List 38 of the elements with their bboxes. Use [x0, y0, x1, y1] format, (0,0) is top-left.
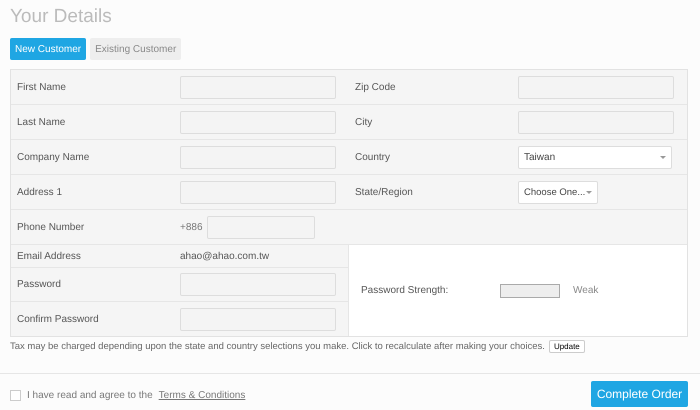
- caret-icon: [586, 190, 592, 194]
- page-title: Your Details: [10, 6, 113, 29]
- input-field[interactable]: [206, 216, 315, 238]
- tab[interactable]: Existing Customer: [90, 38, 182, 60]
- field-label: Phone Number: [17, 222, 86, 232]
- field-label: Country: [355, 152, 392, 162]
- field-label: Password: [17, 279, 62, 290]
- input-field[interactable]: [180, 180, 336, 204]
- field-label: City: [355, 116, 374, 128]
- input-field[interactable]: [518, 110, 674, 134]
- update-button[interactable]: Update: [548, 340, 585, 353]
- state-select[interactable]: Choose One...: [518, 180, 598, 204]
- input-field[interactable]: [180, 76, 336, 98]
- field-label: First Name: [17, 82, 67, 92]
- input-field[interactable]: [180, 273, 336, 296]
- field-value: ahao@ahao.com.tw: [180, 250, 270, 262]
- strength-reading: Weak: [573, 285, 598, 296]
- field-label: Address 1: [17, 186, 64, 198]
- complete-order-button[interactable]: Complete Order: [591, 381, 688, 407]
- field-label: Company Name: [17, 152, 90, 162]
- country-select[interactable]: Taiwan: [518, 146, 672, 168]
- terms-link[interactable]: Terms & Conditions: [158, 390, 246, 400]
- field-label: Last Name: [17, 116, 66, 128]
- tax-note: Tax may be charged depending upon the state and country selections you make. Click to recalculate after making your choices.: [10, 341, 545, 352]
- field-label: Email Address: [17, 250, 82, 262]
- input-field[interactable]: [518, 76, 674, 98]
- strength-label: Password Strength:: [361, 285, 450, 296]
- input-field[interactable]: [180, 110, 336, 134]
- field-label: Zip Code: [355, 82, 397, 92]
- agree-checkbox[interactable]: [10, 390, 21, 400]
- agree-text: I have read and agree to the: [27, 390, 153, 400]
- input-field[interactable]: [180, 308, 336, 330]
- caret-icon: [660, 156, 666, 158]
- tab[interactable]: New Customer: [10, 38, 86, 60]
- field-label: Confirm Password: [17, 314, 100, 324]
- field-label: State/Region: [355, 186, 414, 198]
- input-field[interactable]: [180, 146, 336, 168]
- phone-prefix: +886: [180, 222, 203, 232]
